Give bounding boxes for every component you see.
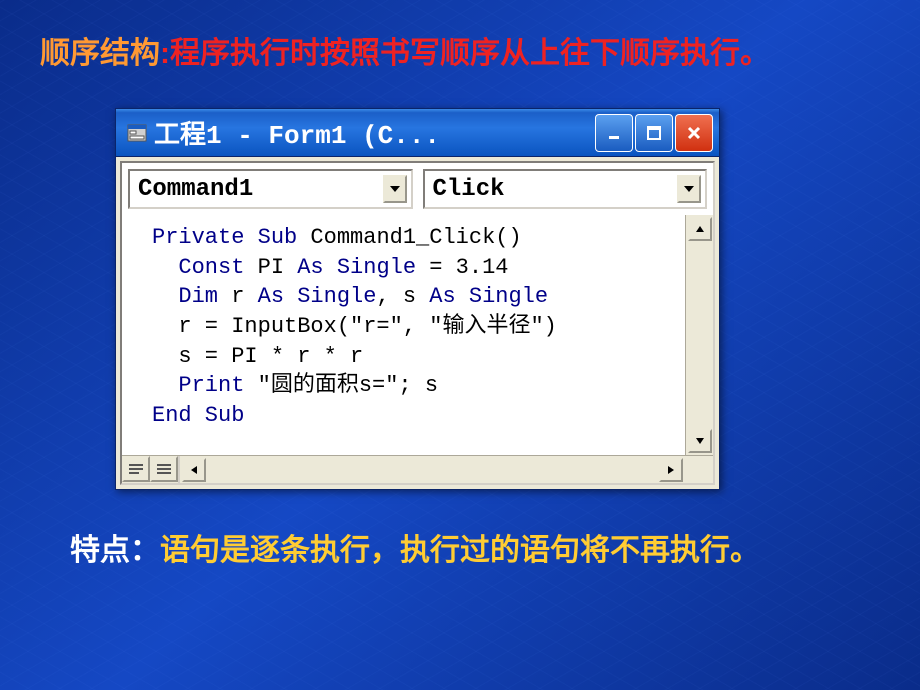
footer-text: 语句是逐条执行，执行过的语句将不再执行。 <box>160 534 760 567</box>
procedure-dropdown-value: Click <box>433 176 505 203</box>
code-window: 工程1 - Form1 (C... Command1 <box>115 108 720 490</box>
window-title: 工程1 - Form1 (C... <box>154 114 595 151</box>
maximize-button[interactable] <box>635 114 673 152</box>
vertical-scrollbar[interactable] <box>685 215 713 455</box>
close-button[interactable] <box>675 114 713 152</box>
horizontal-scrollbar[interactable] <box>180 456 685 483</box>
dropdown-arrow-icon <box>383 175 407 203</box>
heading-definition: 程序执行时按照书写顺序从上往下顺序执行。 <box>170 37 770 70</box>
procedure-dropdown[interactable]: Click <box>423 169 708 209</box>
dropdown-arrow-icon <box>677 175 701 203</box>
titlebar[interactable]: 工程1 - Form1 (C... <box>116 109 719 157</box>
full-module-view-button[interactable] <box>150 456 178 482</box>
scroll-right-button[interactable] <box>659 458 683 482</box>
heading: 顺序结构:程序执行时按照书写顺序从上往下顺序执行。 <box>40 30 880 78</box>
heading-term: 顺序结构 <box>40 37 160 70</box>
minimize-button[interactable] <box>595 114 633 152</box>
scroll-up-button[interactable] <box>688 217 712 241</box>
scrollbar-corner <box>685 456 713 483</box>
code-editor[interactable]: Private Sub Command1_Click() Const PI As… <box>122 215 685 455</box>
scroll-left-button[interactable] <box>182 458 206 482</box>
object-dropdown-value: Command1 <box>138 176 253 203</box>
object-dropdown[interactable]: Command1 <box>128 169 413 209</box>
procedure-view-button[interactable] <box>122 456 150 482</box>
footer-label: 特点： <box>70 534 160 567</box>
scroll-down-button[interactable] <box>688 429 712 453</box>
vb-form-icon <box>126 122 148 144</box>
heading-colon: : <box>160 37 170 70</box>
footer: 特点：语句是逐条执行，执行过的语句将不再执行。 <box>40 525 880 569</box>
